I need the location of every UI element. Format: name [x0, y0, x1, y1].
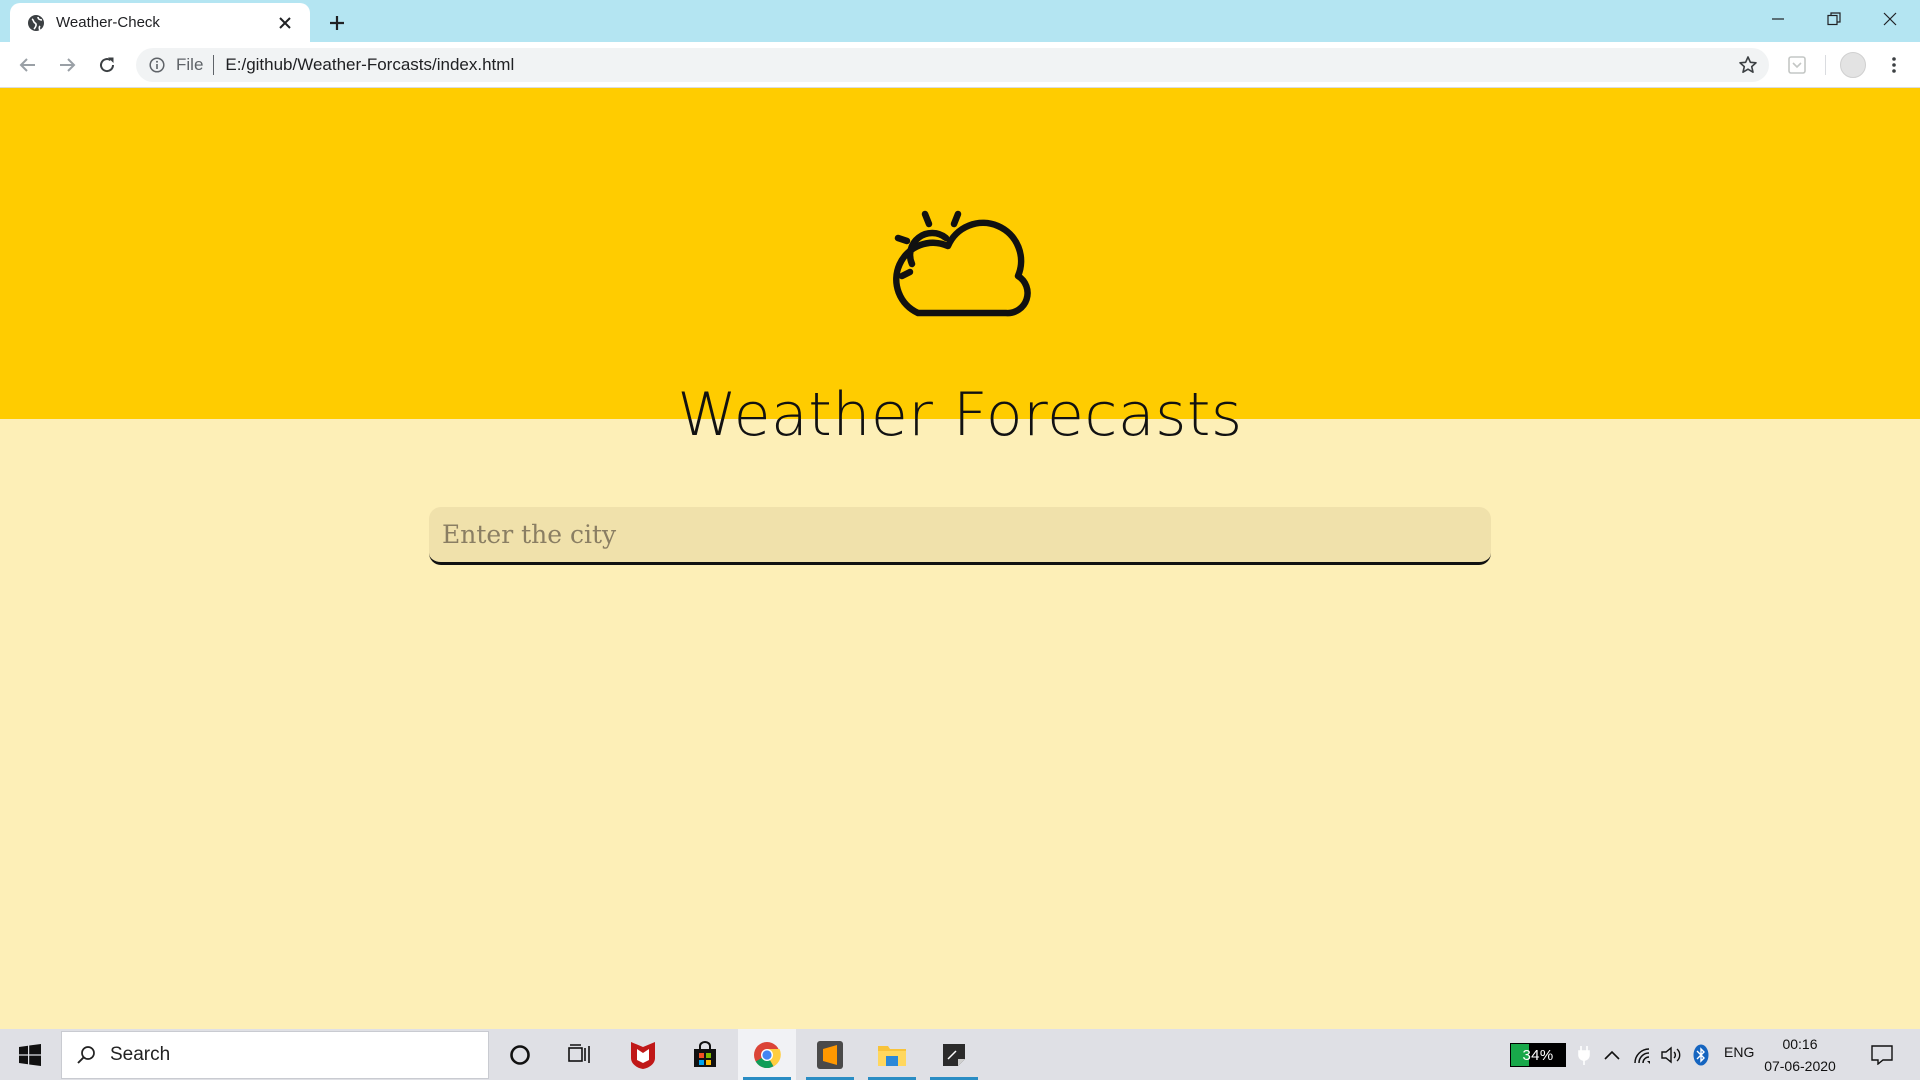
chrome-icon [754, 1041, 781, 1068]
reload-icon [100, 57, 115, 73]
city-search-field[interactable] [429, 507, 1491, 565]
forward-arrow-icon [60, 58, 76, 72]
address-separator [213, 55, 215, 75]
sublime-text-icon [817, 1040, 843, 1069]
volume-icon[interactable] [1658, 1029, 1684, 1080]
system-clock[interactable]: 00:16 07-06-2020 [1762, 1033, 1838, 1077]
task-view-button[interactable] [551, 1029, 609, 1080]
city-input[interactable] [442, 507, 1491, 562]
action-center-icon[interactable] [1864, 1029, 1900, 1080]
back-arrow-icon [19, 58, 35, 72]
clock-date: 07-06-2020 [1764, 1058, 1836, 1074]
close-window-button[interactable] [1862, 0, 1918, 38]
profile-avatar-icon[interactable] [1838, 50, 1868, 80]
taskbar-app-microsoft-store[interactable] [676, 1029, 734, 1080]
search-icon [77, 1046, 95, 1064]
page-title: Weather Forecasts [677, 380, 1243, 450]
clock-time: 00:16 [1782, 1036, 1818, 1052]
taskbar-search-box[interactable]: Search [61, 1031, 489, 1079]
address-scheme: File [176, 55, 204, 74]
taskbar-app-mcafee[interactable] [614, 1029, 672, 1080]
cortana-ring-icon [510, 1044, 530, 1065]
browser-toolbar: File E:/github/Weather-Forcasts/index.ht… [0, 42, 1920, 88]
task-view-icon [568, 1043, 590, 1063]
taskbar-app-sticky-notes[interactable] [925, 1029, 983, 1080]
cortana-button[interactable] [491, 1029, 549, 1080]
windows-start-button[interactable] [0, 1029, 60, 1080]
forward-button[interactable] [51, 49, 83, 81]
menu-kebab-icon[interactable] [1879, 50, 1909, 80]
minimize-window-button[interactable] [1750, 0, 1806, 38]
folder-icon [878, 1045, 906, 1066]
windows-logo-icon [19, 1043, 41, 1066]
sticky-note-icon [943, 1043, 965, 1066]
show-hidden-icons-chevron-icon[interactable] [1600, 1029, 1624, 1080]
restore-window-button[interactable] [1806, 0, 1862, 38]
input-language-indicator[interactable]: ENG [1724, 1044, 1754, 1060]
close-tab-icon[interactable] [274, 12, 296, 34]
bookmark-star-icon[interactable] [1731, 48, 1765, 82]
mcafee-shield-icon [631, 1041, 655, 1069]
browser-tab[interactable]: Weather-Check [10, 3, 310, 42]
taskbar-app-file-explorer[interactable] [863, 1029, 921, 1080]
extension-icon[interactable] [1782, 50, 1812, 80]
power-plug-icon[interactable] [1574, 1029, 1594, 1080]
reload-button[interactable] [91, 49, 123, 81]
windows-taskbar: Search 34% ENG 00:16 07-06-2020 [0, 1029, 1920, 1080]
taskbar-search-label: Search [110, 1044, 171, 1065]
address-bar[interactable]: File E:/github/Weather-Forcasts/index.ht… [136, 48, 1769, 82]
battery-percent-label: 34% [1522, 1046, 1554, 1064]
info-icon[interactable] [148, 56, 166, 74]
taskbar-app-chrome[interactable] [738, 1029, 796, 1080]
globe-icon [26, 13, 46, 33]
tab-title: Weather-Check [56, 14, 160, 31]
taskbar-app-sublime-text[interactable] [801, 1029, 859, 1080]
browser-tab-strip: Weather-Check [0, 0, 1920, 42]
toolbar-divider [1825, 55, 1826, 75]
store-bag-icon [694, 1040, 716, 1067]
back-button[interactable] [12, 49, 44, 81]
wifi-icon[interactable] [1630, 1029, 1654, 1080]
bluetooth-icon[interactable] [1690, 1029, 1712, 1080]
partly-cloudy-icon [893, 210, 1031, 317]
new-tab-button[interactable] [322, 8, 352, 38]
address-url[interactable]: E:/github/Weather-Forcasts/index.html [225, 55, 1731, 75]
battery-indicator[interactable]: 34% [1510, 1043, 1566, 1067]
